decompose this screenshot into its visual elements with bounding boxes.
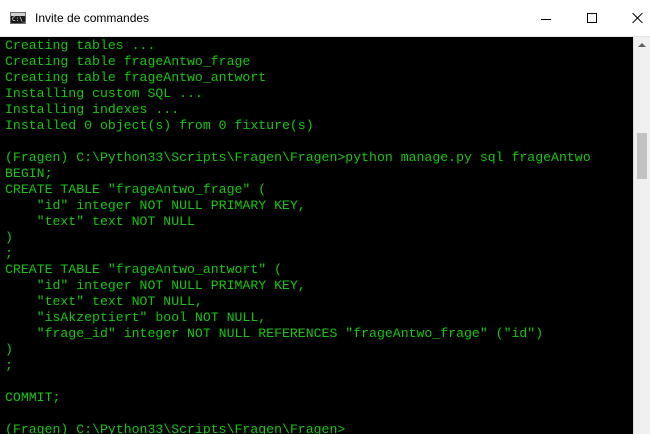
console-line: COMMIT; bbox=[5, 390, 61, 405]
maximize-icon bbox=[587, 13, 597, 23]
console-line: ) bbox=[5, 230, 13, 245]
vertical-scrollbar[interactable] bbox=[633, 37, 650, 434]
close-button[interactable] bbox=[615, 0, 650, 36]
window-title: Invite de commandes bbox=[35, 11, 150, 25]
console-line: ) bbox=[5, 342, 13, 357]
console-line: "text" text NOT NULL, bbox=[5, 294, 203, 309]
console-line: Installing indexes ... bbox=[5, 102, 180, 117]
console-line: "id" integer NOT NULL PRIMARY KEY, bbox=[5, 278, 306, 293]
title-bar[interactable]: C:\_ Invite de commandes bbox=[0, 0, 650, 37]
console-line: "isAkzeptiert" bool NOT NULL, bbox=[5, 310, 267, 325]
console-line: "frage_id" integer NOT NULL REFERENCES "… bbox=[5, 326, 544, 341]
command-prompt-window: C:\_ Invite de commandes Creating tables… bbox=[0, 0, 650, 434]
close-icon bbox=[632, 12, 644, 24]
console-line: CREATE TABLE "frageAntwo_antwort" ( bbox=[5, 262, 282, 277]
maximize-button[interactable] bbox=[569, 0, 615, 36]
console-line: CREATE TABLE "frageAntwo_frage" ( bbox=[5, 182, 267, 197]
console-line: Creating table frageAntwo_antwort bbox=[5, 70, 267, 85]
console-line: "id" integer NOT NULL PRIMARY KEY, bbox=[5, 198, 306, 213]
console-line: Creating table frageAntwo_frage bbox=[5, 54, 251, 69]
console-line: Installed 0 object(s) from 0 fixture(s) bbox=[5, 118, 314, 133]
console-line: Creating tables ... bbox=[5, 38, 156, 53]
scroll-up-arrow-icon[interactable] bbox=[634, 37, 650, 54]
minimize-button[interactable] bbox=[523, 0, 569, 36]
console-line: ; bbox=[5, 358, 13, 373]
console-output[interactable]: Creating tables ... Creating table frage… bbox=[0, 37, 633, 434]
console-line: "text" text NOT NULL bbox=[5, 214, 195, 229]
console-line: ; bbox=[5, 246, 13, 261]
icon-prompt-glyph: C:\_ bbox=[12, 16, 27, 23]
console-line: BEGIN; bbox=[5, 166, 53, 181]
console-line: Installing custom SQL ... bbox=[5, 86, 203, 101]
minimize-icon bbox=[541, 19, 551, 20]
console-prompt-line[interactable]: (Fragen) C:\Python33\Scripts\Fragen\Frag… bbox=[5, 422, 345, 434]
console-app-icon[interactable]: C:\_ bbox=[10, 12, 26, 24]
console-line: (Fragen) C:\Python33\Scripts\Fragen\Frag… bbox=[5, 150, 591, 165]
scrollbar-thumb[interactable] bbox=[637, 133, 647, 179]
